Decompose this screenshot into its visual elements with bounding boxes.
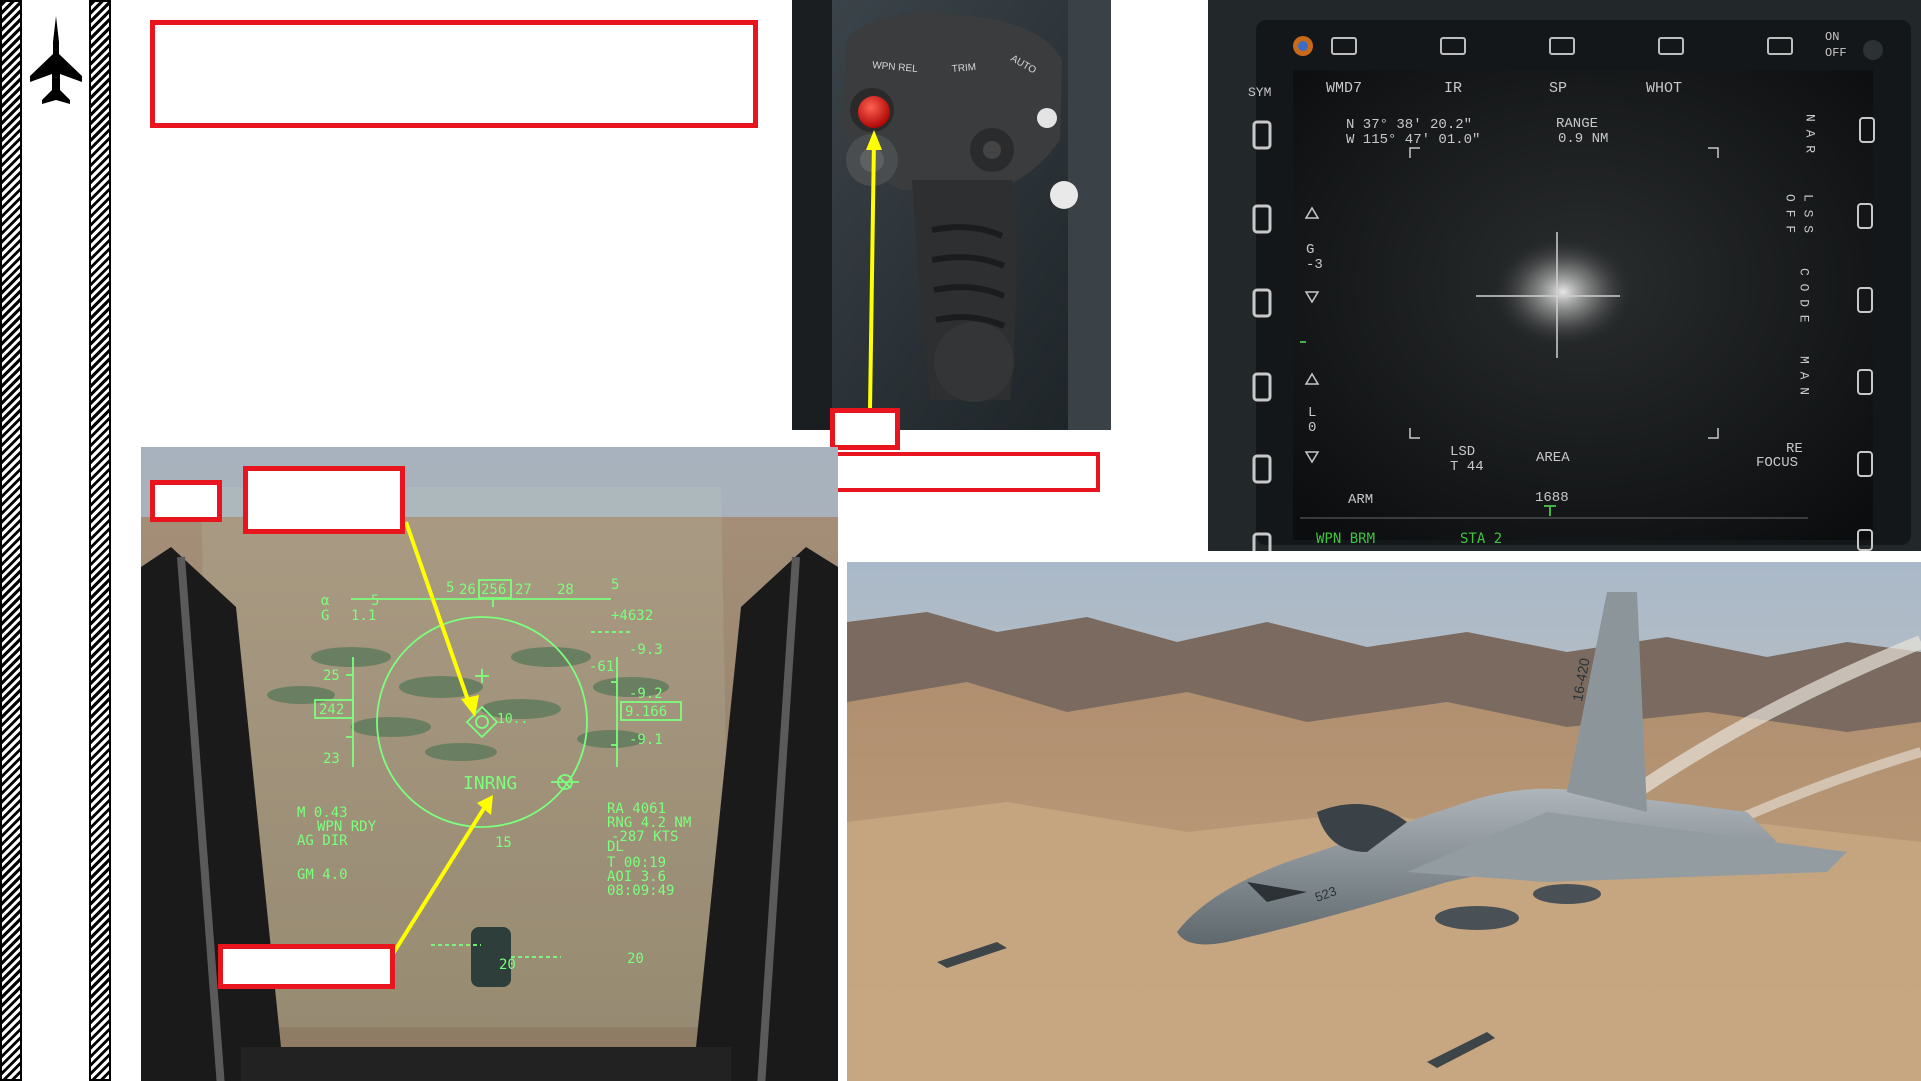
mfd-lon: W 115° 47' 01.0" — [1346, 132, 1480, 148]
hud-ladder-2: -61 — [589, 659, 614, 675]
jet-fighter-icon — [26, 14, 86, 109]
hud-ladder-3: -9.2 — [629, 686, 663, 702]
hud-speed-box: 242 — [319, 702, 344, 718]
mfd-right-focus[interactable]: FOCUS — [1756, 455, 1798, 471]
mfd-status: WPN BRM — [1316, 531, 1375, 547]
hud-heading-5b: 5 — [611, 577, 619, 593]
callout-stick-label — [830, 408, 900, 450]
mfd-right-ls[interactable]: L S S — [1801, 194, 1816, 233]
hud-pipper-label: 10.. — [497, 712, 528, 727]
hud-alpha-label: α — [321, 593, 330, 609]
hud-alt-box: 9.166 — [625, 704, 667, 720]
mfd-right-off[interactable]: O F F — [1783, 194, 1798, 233]
sidebar-hatch-left — [0, 0, 22, 1081]
hud-ladder-1: -9.3 — [629, 642, 663, 658]
mfd-top-whot[interactable]: WHOT — [1646, 80, 1682, 97]
hud-heading-27: 27 — [515, 582, 532, 598]
hud-speed-23: 23 — [323, 751, 340, 767]
hud-left-ag: AG DIR — [297, 833, 348, 849]
mfd-top-sp[interactable]: SP — [1549, 80, 1567, 97]
hud-pitch-20b: 20 — [627, 951, 644, 967]
mfd-num-1688: 1688 — [1535, 490, 1569, 506]
mfd-sta: STA 2 — [1460, 531, 1502, 547]
mfd-top-ir[interactable]: IR — [1444, 80, 1462, 97]
mfd-l-val: 0 — [1308, 420, 1316, 436]
hud-right-dl: DL — [607, 839, 624, 855]
hud-alpha-val: 5 — [371, 593, 379, 609]
mfd-top-wmd7[interactable]: WMD7 — [1326, 80, 1362, 97]
mfd-lat: N 37° 38' 20.2" — [1346, 117, 1472, 133]
mfd-range-val: 0.9 NM — [1558, 131, 1608, 147]
mfd-right-code[interactable]: C O D E — [1797, 268, 1812, 323]
hud-heading-28: 28 — [557, 582, 574, 598]
mfd-arm[interactable]: ARM — [1348, 492, 1373, 508]
mfd-g-label: G — [1306, 242, 1314, 258]
hud-speed-25: 25 — [323, 668, 340, 684]
callout-hud-pipper — [243, 466, 405, 534]
mfd-g-val: -3 — [1306, 257, 1323, 273]
hud-heading-5a: 5 — [446, 580, 454, 596]
trim-label: TRIM — [951, 62, 976, 75]
mfd-right-man[interactable]: M A N — [1797, 356, 1812, 395]
hud-heading-26: 26 — [459, 582, 476, 598]
mfd-on-label: ON — [1825, 30, 1839, 44]
hud-heading-box: 256 — [481, 582, 506, 598]
hud-pitch-15: 15 — [495, 835, 512, 851]
mfd-l-label: L — [1308, 405, 1316, 421]
mfd-panel: ON OFF SYM WMD7 IR SP WHOT N 37° 38' 20.… — [1208, 0, 1921, 551]
sidebar-hatch-right — [89, 0, 111, 1081]
hud-g-label: G — [321, 608, 329, 624]
mfd-lsd[interactable]: LSD — [1450, 444, 1475, 460]
hud-g-val: 1.1 — [351, 608, 376, 624]
mfd-off-label: OFF — [1825, 46, 1847, 60]
mfd-sym-label: SYM — [1248, 85, 1271, 100]
mfd-right-nar[interactable]: N A R — [1803, 114, 1818, 153]
hud-inrng: INRNG — [463, 773, 517, 794]
hud-right-time: 08:09:49 — [607, 883, 674, 899]
jet-photo-panel: 16-420 523 — [847, 562, 1921, 1081]
stick-photo-panel: WPN REL TRIM AUTO — [792, 0, 1111, 430]
mfd-lsd-t: T 44 — [1450, 459, 1484, 475]
hud-left-gm: GM 4.0 — [297, 867, 348, 883]
mfd-range-label: RANGE — [1556, 116, 1598, 132]
callout-hud-inrng — [218, 944, 395, 989]
hud-ladder-4: -9.1 — [629, 732, 663, 748]
callout-hud-small — [150, 480, 222, 522]
mfd-area[interactable]: AREA — [1536, 450, 1570, 466]
callout-title-box — [150, 20, 758, 128]
hud-pitch-20: 20 — [499, 957, 516, 973]
hud-alt-top: +4632 — [611, 608, 653, 624]
